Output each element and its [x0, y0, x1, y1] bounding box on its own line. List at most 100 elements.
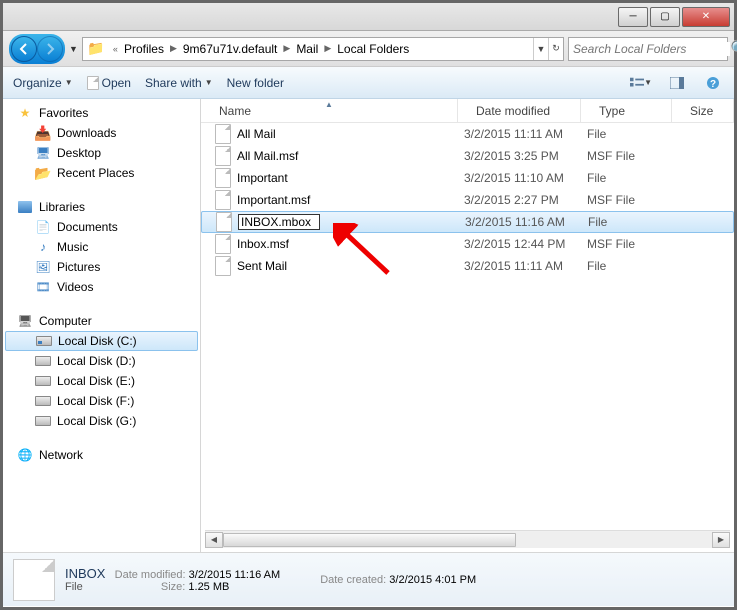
file-date: 3/2/2015 3:25 PM	[458, 149, 581, 163]
titlebar: ─ ▢ ✕	[3, 3, 734, 31]
file-icon	[215, 124, 231, 144]
file-list-pane: Name ▲ Date modified Type Size All Mail3…	[201, 99, 734, 552]
details-modified: 3/2/2015 11:16 AM	[189, 569, 281, 581]
column-headers: Name ▲ Date modified Type Size	[201, 99, 734, 123]
preview-icon	[670, 77, 684, 89]
column-header-type[interactable]: Type	[581, 99, 672, 122]
chevron-right-icon[interactable]: ▶	[320, 43, 335, 54]
nav-item-drive-e[interactable]: Local Disk (E:)	[3, 371, 200, 391]
nav-item-videos[interactable]: 🎞Videos	[3, 277, 200, 297]
column-header-date[interactable]: Date modified	[458, 99, 581, 122]
nav-item-drive-g[interactable]: Local Disk (G:)	[3, 411, 200, 431]
details-type: File	[65, 581, 83, 593]
file-list[interactable]: All Mail3/2/2015 11:11 AMFileAll Mail.ms…	[201, 123, 734, 530]
file-date: 3/2/2015 12:44 PM	[458, 237, 581, 251]
details-size-label: Size:	[161, 581, 185, 593]
nav-item-recent[interactable]: 📂Recent Places	[3, 163, 200, 183]
file-row[interactable]: All Mail.msf3/2/2015 3:25 PMMSF File	[201, 145, 734, 167]
maximize-button[interactable]: ▢	[650, 7, 680, 27]
details-name: INBOX	[65, 566, 105, 581]
organize-menu[interactable]: Organize▼	[13, 76, 73, 90]
nav-item-desktop[interactable]: 🖥Desktop	[3, 143, 200, 163]
recent-icon: 📂	[35, 165, 51, 181]
share-menu[interactable]: Share with▼	[145, 76, 213, 90]
column-header-name[interactable]: Name ▲	[201, 99, 458, 122]
svg-text:?: ?	[710, 79, 716, 90]
drive-icon	[35, 393, 51, 409]
network-header[interactable]: 🌐 Network	[3, 445, 200, 465]
search-icon: 🔍	[730, 39, 737, 59]
chevron-right-icon[interactable]: ▶	[166, 43, 181, 54]
file-row[interactable]: 3/2/2015 11:16 AMFile	[201, 211, 734, 233]
nav-item-pictures[interactable]: 🖼Pictures	[3, 257, 200, 277]
breadcrumb[interactable]: 📁 « Profiles ▶ 9m67u71v.default ▶ Mail ▶…	[82, 37, 564, 61]
column-header-size[interactable]: Size	[672, 99, 734, 122]
file-name: All Mail	[237, 127, 276, 141]
back-button[interactable]	[11, 36, 37, 62]
breadcrumb-item[interactable]: 9m67u71v.default	[181, 42, 280, 56]
favorites-header[interactable]: ★ Favorites	[3, 103, 200, 123]
sort-ascending-icon: ▲	[325, 100, 333, 109]
scroll-thumb[interactable]	[223, 533, 516, 547]
nav-item-drive-d[interactable]: Local Disk (D:)	[3, 351, 200, 371]
breadcrumb-item[interactable]: Profiles	[122, 42, 166, 56]
file-icon	[87, 76, 99, 90]
file-date: 3/2/2015 11:11 AM	[458, 259, 581, 273]
preview-pane-button[interactable]	[666, 73, 688, 93]
nav-item-downloads[interactable]: 📥Downloads	[3, 123, 200, 143]
file-icon	[216, 212, 232, 232]
file-icon	[215, 256, 231, 276]
computer-header[interactable]: 🖥 Computer	[3, 311, 200, 331]
scroll-left-button[interactable]: ◀	[205, 532, 223, 548]
file-icon	[215, 168, 231, 188]
drive-icon	[35, 413, 51, 429]
nav-item-drive-f[interactable]: Local Disk (F:)	[3, 391, 200, 411]
scroll-track[interactable]	[223, 532, 712, 548]
horizontal-scrollbar[interactable]: ◀ ▶	[205, 530, 730, 548]
file-row[interactable]: Inbox.msf3/2/2015 12:44 PMMSF File	[201, 233, 734, 255]
help-button[interactable]: ?	[702, 73, 724, 93]
toolbar: Organize▼ Open Share with▼ New folder ▼ …	[3, 67, 734, 99]
file-date: 3/2/2015 11:16 AM	[459, 215, 582, 229]
file-icon	[215, 234, 231, 254]
navigation-pane: ★ Favorites 📥Downloads 🖥Desktop 📂Recent …	[3, 99, 201, 552]
downloads-icon: 📥	[35, 125, 51, 141]
search-input[interactable]	[573, 42, 730, 56]
nav-item-drive-c[interactable]: Local Disk (C:)	[5, 331, 198, 351]
file-row[interactable]: Important3/2/2015 11:10 AMFile	[201, 167, 734, 189]
file-row[interactable]: All Mail3/2/2015 11:11 AMFile	[201, 123, 734, 145]
rename-input[interactable]	[238, 214, 320, 230]
chevron-right-icon[interactable]: ▶	[279, 43, 294, 54]
drive-icon	[35, 353, 51, 369]
forward-button[interactable]	[37, 36, 63, 62]
searchbox[interactable]: 🔍	[568, 37, 728, 61]
address-bar: ▼ 📁 « Profiles ▶ 9m67u71v.default ▶ Mail…	[3, 31, 734, 67]
nav-item-music[interactable]: ♪Music	[3, 237, 200, 257]
computer-icon: 🖥	[17, 313, 33, 329]
recent-dropdown[interactable]: ▼	[69, 44, 78, 54]
libraries-header[interactable]: Libraries	[3, 197, 200, 217]
breadcrumb-item[interactable]: Mail	[294, 42, 320, 56]
refresh-button[interactable]: ↻	[548, 38, 563, 60]
path-dropdown-button[interactable]: ▼	[533, 38, 548, 60]
minimize-button[interactable]: ─	[618, 7, 648, 27]
file-type: MSF File	[581, 237, 672, 251]
file-row[interactable]: Sent Mail3/2/2015 11:11 AMFile	[201, 255, 734, 277]
file-name: Sent Mail	[237, 259, 287, 273]
drive-icon	[35, 373, 51, 389]
star-icon: ★	[17, 105, 33, 121]
open-button[interactable]: Open	[87, 76, 131, 90]
music-icon: ♪	[35, 239, 51, 255]
file-type: File	[581, 171, 672, 185]
details-created-label: Date created:	[320, 574, 386, 586]
close-button[interactable]: ✕	[682, 7, 730, 27]
details-created: 3/2/2015 4:01 PM	[389, 574, 476, 586]
file-row[interactable]: Important.msf3/2/2015 2:27 PMMSF File	[201, 189, 734, 211]
view-options-button[interactable]: ▼	[630, 73, 652, 93]
nav-item-documents[interactable]: 📄Documents	[3, 217, 200, 237]
file-name: All Mail.msf	[237, 149, 298, 163]
drive-icon	[36, 333, 52, 349]
new-folder-button[interactable]: New folder	[227, 76, 284, 90]
scroll-right-button[interactable]: ▶	[712, 532, 730, 548]
breadcrumb-item[interactable]: Local Folders	[335, 42, 411, 56]
